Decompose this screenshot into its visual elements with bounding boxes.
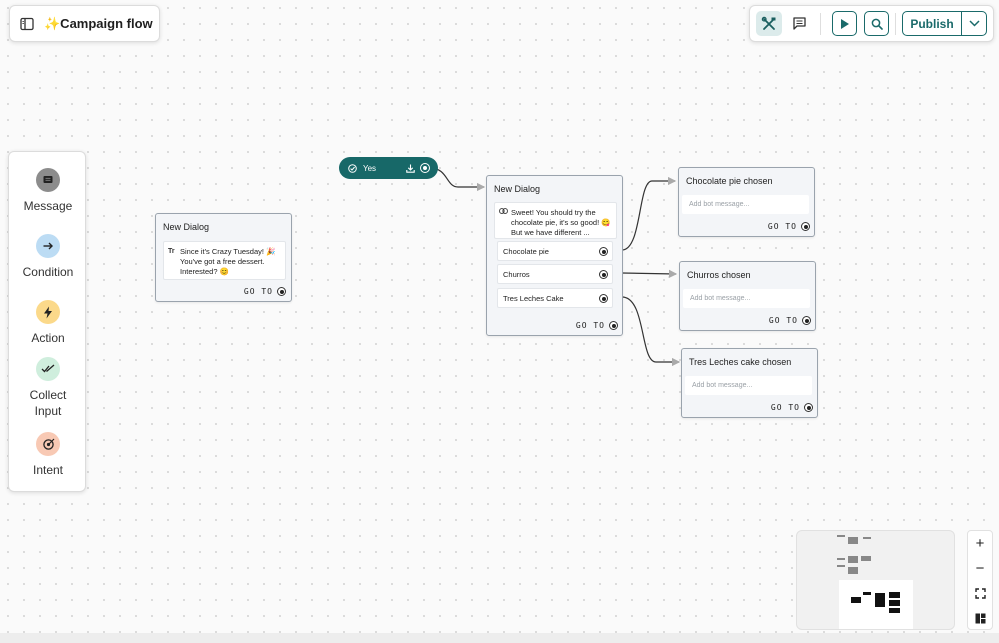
palette-label: Action [31, 331, 65, 345]
palette-item-message[interactable]: Message [9, 168, 87, 214]
palette-label: Collect Input [29, 388, 67, 419]
goto-label: GO TO [768, 316, 798, 325]
node-title: New Dialog [494, 184, 541, 194]
fit-screen-icon [974, 588, 986, 599]
minimap-preview [837, 535, 913, 629]
zoom-in-button[interactable]: + [968, 531, 992, 556]
edge-chocolate [621, 176, 677, 251]
dialog-node-tres-leches[interactable]: Tres Leches cake chosen Add bot message.… [681, 348, 818, 418]
publish-options-button[interactable] [961, 12, 986, 35]
edge-churros [621, 269, 678, 279]
connector-handle[interactable] [609, 321, 618, 330]
zoom-controls: + − [967, 530, 993, 630]
connector-handle[interactable] [599, 247, 608, 256]
text-type-icon: Tr [168, 248, 175, 255]
publish-button[interactable]: Publish [902, 11, 987, 36]
lightning-icon [36, 300, 60, 324]
toolbar-divider [895, 13, 896, 35]
connector-handle[interactable] [599, 294, 608, 303]
choice-label: Churros [503, 269, 530, 279]
connector-handle[interactable] [804, 403, 813, 412]
download-icon[interactable] [406, 164, 415, 173]
search-icon [871, 18, 883, 30]
chevron-down-icon [968, 20, 980, 27]
check-circle-icon [348, 163, 357, 173]
node-palette: Message Condition Action Collect Input I… [8, 151, 86, 492]
fit-view-button[interactable] [968, 581, 992, 606]
edge-tres-leches [621, 296, 681, 367]
bot-message-input[interactable]: Add bot message... [683, 289, 810, 308]
tools-icon [761, 16, 776, 30]
node-title: Churros chosen [687, 270, 751, 280]
connector-handle[interactable] [802, 316, 811, 325]
goto-label: GO TO [770, 403, 800, 412]
node-title: Tres Leches cake chosen [689, 357, 792, 367]
choice-option[interactable]: Tres Leches Cake [497, 288, 613, 308]
palette-label: Message [23, 199, 73, 213]
layout-button[interactable] [968, 606, 992, 631]
sidebar-toggle-icon[interactable] [20, 17, 34, 31]
goto-control[interactable]: GO TO [244, 287, 286, 296]
message-icon [36, 168, 60, 192]
edge-yes-to-dialog [429, 167, 486, 192]
layout-icon [975, 613, 985, 624]
chat-icon [792, 17, 806, 30]
yes-label: Yes [363, 163, 377, 173]
build-mode-button[interactable] [756, 11, 782, 36]
palette-label: Intent [32, 463, 64, 477]
palette-item-intent[interactable]: Intent [9, 432, 87, 478]
publish-label[interactable]: Publish [903, 12, 961, 35]
bot-message-input[interactable]: Add bot message... [682, 195, 809, 214]
dialog-node-2[interactable]: New Dialog Sweet! You should try the cho… [486, 175, 623, 336]
double-check-icon [36, 357, 60, 381]
bot-message-input[interactable]: Add bot message... [685, 376, 812, 395]
palette-item-collect-input[interactable]: Collect Input [9, 357, 87, 419]
minimap[interactable] [796, 530, 955, 630]
arrow-right-icon [36, 234, 60, 258]
goto-label: GO TO [767, 222, 797, 231]
goto-label: GO TO [243, 287, 273, 296]
zoom-out-button[interactable]: − [968, 556, 992, 581]
connector-handle[interactable] [599, 270, 608, 279]
top-toolbar: Publish [749, 5, 994, 42]
message-block[interactable]: Sweet! You should try the chocolate pie,… [494, 202, 617, 239]
comments-button[interactable] [786, 11, 812, 36]
node-title: New Dialog [163, 222, 210, 232]
goto-control[interactable]: GO TO [771, 403, 813, 412]
choice-option[interactable]: Chocolate pie [497, 241, 613, 261]
search-button[interactable] [864, 11, 889, 36]
target-icon [36, 432, 60, 456]
message-block[interactable]: Tr Since it's Crazy Tuesday! 🎉 You've go… [163, 241, 286, 280]
message-text: Sweet! You should try the chocolate pie,… [511, 208, 611, 237]
connector-handle[interactable] [801, 222, 810, 231]
goto-control[interactable]: GO TO [769, 316, 811, 325]
palette-label: Condition [22, 265, 74, 279]
goto-control[interactable]: GO TO [576, 321, 618, 330]
dialog-node-1[interactable]: New Dialog Tr Since it's Crazy Tuesday! … [155, 213, 292, 302]
message-text: Since it's Crazy Tuesday! 🎉 You've got a… [180, 247, 276, 276]
goto-control[interactable]: GO TO [768, 222, 810, 231]
choice-label: Tres Leches Cake [503, 293, 564, 303]
flow-title-bar: ✨Campaign flow [9, 5, 160, 42]
link-icon [499, 208, 508, 217]
goto-label: GO TO [575, 321, 605, 330]
bottom-bar [0, 633, 999, 643]
node-title: Chocolate pie chosen [686, 176, 773, 186]
connector-handle[interactable] [277, 287, 286, 296]
choice-label: Chocolate pie [503, 246, 549, 256]
choice-option[interactable]: Churros [497, 264, 613, 284]
toolbar-divider [820, 13, 821, 35]
flow-title: ✨Campaign flow [44, 15, 153, 31]
preview-button[interactable] [832, 11, 857, 36]
dialog-node-churros[interactable]: Churros chosen Add bot message... GO TO [679, 261, 816, 331]
palette-item-action[interactable]: Action [9, 300, 87, 346]
condition-yes-node[interactable]: Yes [339, 157, 438, 179]
palette-item-condition[interactable]: Condition [9, 234, 87, 280]
connector-handle[interactable] [420, 163, 430, 173]
play-icon [841, 18, 849, 29]
dialog-node-chocolate-pie[interactable]: Chocolate pie chosen Add bot message... … [678, 167, 815, 237]
